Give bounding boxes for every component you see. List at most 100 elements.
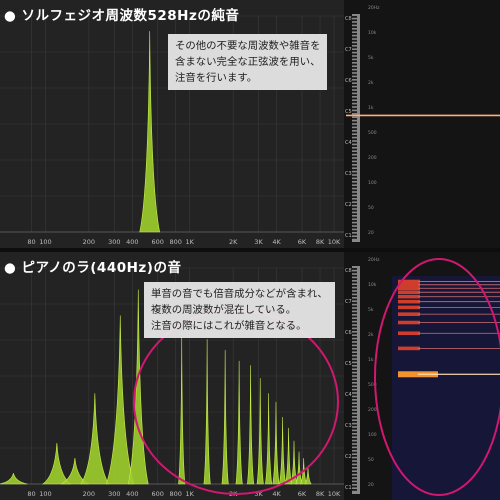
black-key bbox=[352, 97, 357, 100]
black-key bbox=[352, 39, 357, 42]
annotation-box: その他の不要な周波数や雑音を 含まない完全な正弦波を用い、 注音を行います。 bbox=[168, 34, 328, 90]
black-key bbox=[352, 373, 357, 376]
black-key bbox=[352, 186, 357, 188]
black-key bbox=[352, 465, 357, 467]
freq-tick-label: 200 bbox=[83, 238, 95, 246]
black-key bbox=[352, 148, 357, 151]
octave-label: C6 bbox=[345, 78, 352, 84]
black-key bbox=[352, 438, 357, 440]
black-key bbox=[352, 22, 357, 25]
octave-label: C3 bbox=[345, 171, 352, 177]
harmonic-onset bbox=[398, 294, 420, 299]
scale-label: 1k bbox=[368, 105, 374, 111]
freq-tick-label: 80 bbox=[27, 238, 35, 246]
freq-tick-label: 80 bbox=[27, 490, 35, 498]
black-key bbox=[352, 366, 357, 369]
freq-tick-label: 4K bbox=[272, 490, 281, 498]
black-key bbox=[352, 424, 357, 427]
freq-tick-label: 6K bbox=[298, 238, 307, 246]
harmonic-onset bbox=[398, 286, 420, 291]
black-key bbox=[352, 94, 357, 96]
scale-label: 100 bbox=[368, 180, 377, 186]
keyboard-strip bbox=[352, 266, 360, 494]
black-key bbox=[352, 315, 357, 318]
scale-label: 200 bbox=[368, 407, 377, 413]
keyboard-strip bbox=[352, 14, 360, 242]
harmonic-onset bbox=[398, 312, 420, 316]
black-key bbox=[352, 359, 357, 362]
black-key bbox=[352, 87, 357, 90]
black-key bbox=[352, 237, 357, 239]
black-key bbox=[352, 410, 357, 413]
octave-label: C8 bbox=[345, 16, 352, 22]
black-key bbox=[352, 353, 357, 355]
black-key bbox=[352, 468, 357, 471]
black-key bbox=[352, 80, 357, 83]
black-key bbox=[352, 319, 357, 321]
harmonic-onset bbox=[398, 290, 420, 295]
black-key bbox=[352, 472, 357, 474]
black-key bbox=[352, 67, 357, 69]
freq-tick-label: 6K bbox=[298, 490, 307, 498]
annotation-line: その他の不要な周波数や雑音を bbox=[175, 40, 321, 52]
black-key bbox=[352, 155, 357, 158]
black-key bbox=[352, 268, 357, 270]
black-key bbox=[352, 63, 357, 66]
scale-label: 5k bbox=[368, 55, 374, 61]
freq-tick-label: 600 bbox=[152, 490, 164, 498]
spectrum-peak bbox=[279, 417, 287, 485]
black-key bbox=[352, 342, 357, 345]
freq-tick-label: 10K bbox=[328, 490, 341, 498]
harmonic-onset bbox=[398, 331, 420, 336]
freq-tick-label: 8K bbox=[316, 490, 325, 498]
spectrogram-view: C8 C7 C6 C5 C4 C3 C2 C1 20Hz 10k 5k 2k 1k 500 200 100 50… bbox=[344, 0, 500, 248]
octave-label: C2 bbox=[345, 202, 352, 208]
black-key bbox=[352, 363, 357, 365]
freq-tick-label: 400 bbox=[126, 238, 138, 246]
spectrum-peak bbox=[105, 315, 135, 485]
panel-piano-tone: 8801002003004006008001K2K3K4K6K8K10K C8C… bbox=[0, 252, 500, 500]
scale-label: 10k bbox=[368, 282, 377, 288]
black-key bbox=[352, 427, 357, 430]
black-key bbox=[352, 455, 357, 457]
black-key bbox=[352, 312, 357, 314]
black-key bbox=[352, 274, 357, 277]
black-key bbox=[352, 339, 357, 342]
black-key bbox=[352, 145, 357, 147]
octave-label: C1 bbox=[345, 485, 352, 491]
octave-label: C6 bbox=[345, 330, 352, 336]
black-key bbox=[352, 380, 357, 382]
annotation-line: 注音の際にはこれが雑音となる。 bbox=[151, 320, 307, 332]
freq-tick-label: 300 bbox=[108, 490, 120, 498]
black-key bbox=[352, 223, 357, 226]
octave-label: C4 bbox=[345, 140, 352, 146]
black-key bbox=[352, 281, 357, 284]
black-key bbox=[352, 199, 357, 202]
black-key bbox=[352, 482, 357, 484]
harmonic-onset bbox=[398, 320, 420, 325]
spectrum-peak bbox=[139, 31, 161, 233]
scale-label: 500 bbox=[368, 130, 377, 136]
black-key bbox=[352, 233, 357, 236]
black-key bbox=[352, 383, 357, 386]
black-key bbox=[352, 172, 357, 175]
black-key bbox=[352, 226, 357, 229]
spectrum-peak bbox=[265, 393, 273, 485]
black-key bbox=[352, 26, 357, 28]
black-key bbox=[352, 278, 357, 280]
black-key bbox=[352, 101, 357, 103]
black-key bbox=[352, 302, 357, 304]
black-key bbox=[352, 220, 357, 222]
black-key bbox=[352, 393, 357, 396]
black-key bbox=[352, 43, 357, 45]
black-key bbox=[352, 431, 357, 433]
scale-label: 1k bbox=[368, 357, 374, 363]
black-key bbox=[352, 213, 357, 215]
black-key bbox=[352, 141, 357, 144]
freq-tick-label: 10K bbox=[328, 238, 341, 246]
black-key bbox=[352, 298, 357, 301]
black-key bbox=[352, 152, 357, 154]
black-key bbox=[352, 390, 357, 393]
black-key bbox=[352, 336, 357, 338]
black-key bbox=[352, 332, 357, 335]
